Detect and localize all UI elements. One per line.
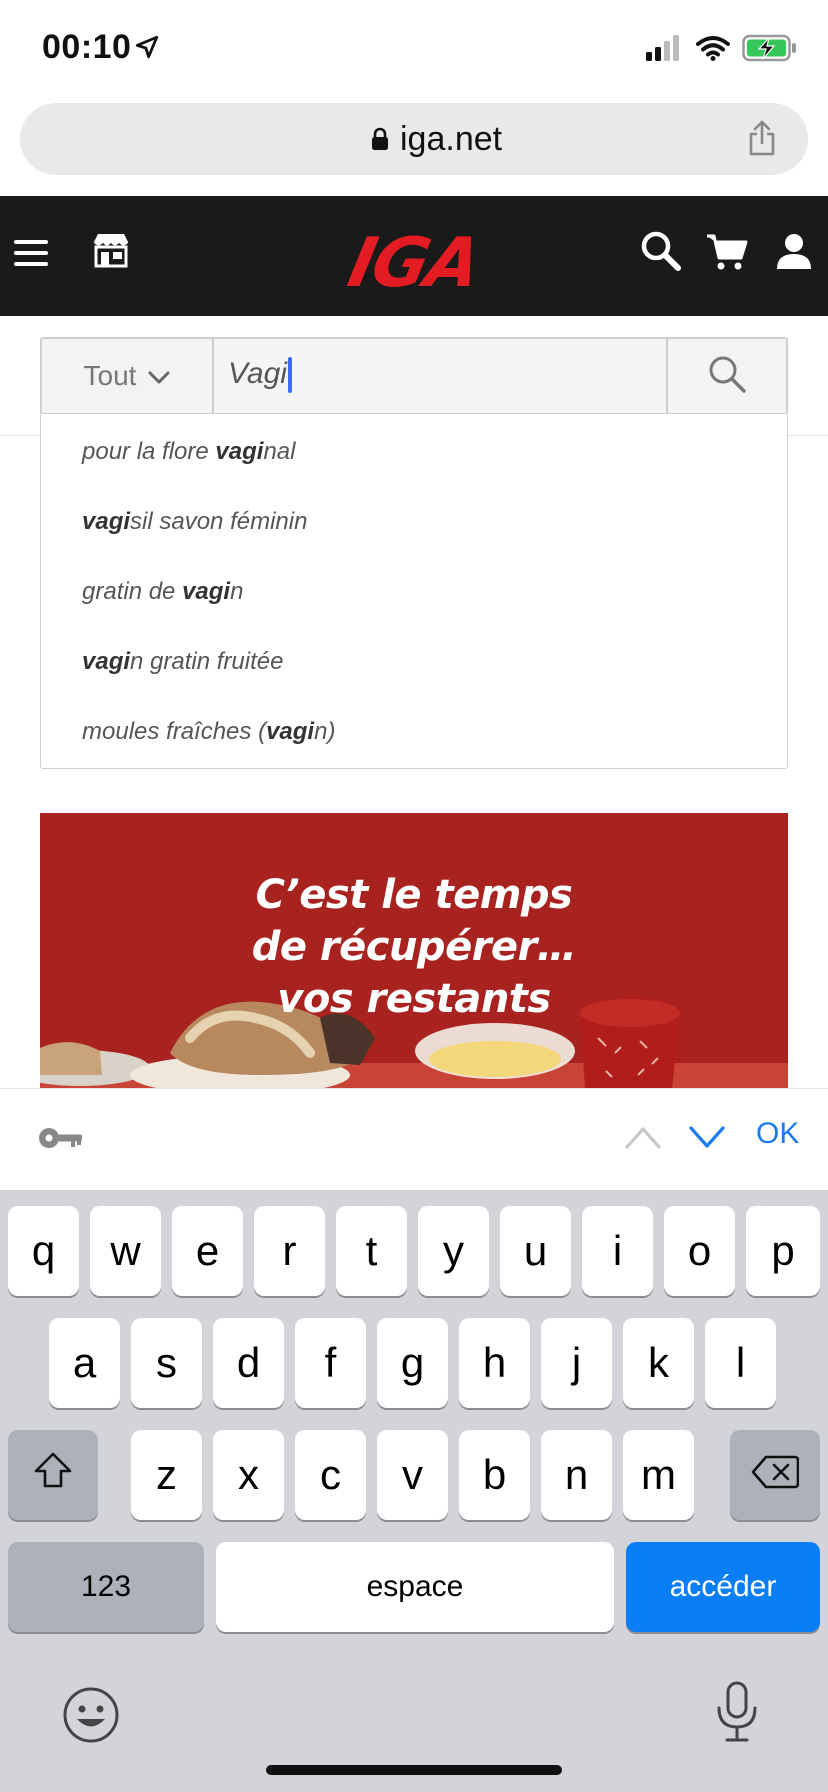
search-scope-select[interactable]: Tout [42, 339, 214, 413]
go-key[interactable]: accéder [626, 1542, 820, 1632]
user-account-icon[interactable] [776, 232, 812, 275]
key-w[interactable]: w [90, 1206, 161, 1296]
key-m[interactable]: m [623, 1430, 694, 1520]
key-p[interactable]: p [746, 1206, 820, 1296]
promo-banner[interactable]: C’est le temps de récupérer… vos restant… [40, 813, 788, 1088]
microphone-icon[interactable] [714, 1680, 760, 1749]
key-s[interactable]: s [131, 1318, 202, 1408]
cellular-signal-icon [646, 35, 684, 66]
key-n[interactable]: n [541, 1430, 612, 1520]
key-j[interactable]: j [541, 1318, 612, 1408]
key-x[interactable]: x [213, 1430, 284, 1520]
search-bar: Tout Vagi [40, 337, 788, 415]
suggestion-item[interactable]: vagisil savon féminin [82, 508, 307, 536]
suggestion-item[interactable]: moules fraîches (vagin) [82, 718, 335, 746]
space-key[interactable]: espace [216, 1542, 614, 1632]
share-icon[interactable] [746, 119, 778, 162]
password-key-icon[interactable] [38, 1125, 84, 1156]
search-input[interactable]: Vagi [214, 339, 668, 413]
key-b[interactable]: b [459, 1430, 530, 1520]
status-bar: 00:10 [0, 0, 828, 100]
lock-icon [370, 127, 390, 156]
search-icon [707, 354, 747, 399]
key-r[interactable]: r [254, 1206, 325, 1296]
search-suggestions-dropdown: pour la flore vaginal vagisil savon fémi… [40, 414, 788, 769]
key-e[interactable]: e [172, 1206, 243, 1296]
keyboard-accessory-bar: OK [0, 1088, 828, 1190]
location-arrow-icon [134, 34, 160, 65]
done-button[interactable]: OK [756, 1117, 799, 1151]
key-y[interactable]: y [418, 1206, 489, 1296]
suggestion-item[interactable]: pour la flore vaginal [82, 438, 295, 466]
key-f[interactable]: f [295, 1318, 366, 1408]
shift-icon [33, 1451, 73, 1499]
suggestion-item[interactable]: gratin de vagin [82, 578, 243, 606]
chevron-up-icon[interactable] [624, 1123, 662, 1156]
key-o[interactable]: o [664, 1206, 735, 1296]
key-i[interactable]: i [582, 1206, 653, 1296]
url-text: iga.net [400, 120, 503, 158]
key-h[interactable]: h [459, 1318, 530, 1408]
status-indicators [646, 34, 798, 67]
hamburger-menu-icon[interactable] [14, 238, 48, 273]
chevron-down-icon[interactable] [688, 1123, 726, 1156]
key-u[interactable]: u [500, 1206, 571, 1296]
suggestion-item[interactable]: vagin gratin fruitée [82, 648, 283, 676]
key-c[interactable]: c [295, 1430, 366, 1520]
key-k[interactable]: k [623, 1318, 694, 1408]
chevron-down-icon [148, 360, 170, 392]
key-g[interactable]: g [377, 1318, 448, 1408]
wifi-icon [696, 35, 730, 66]
key-d[interactable]: d [213, 1318, 284, 1408]
key-q[interactable]: q [8, 1206, 79, 1296]
text-caret [287, 357, 292, 394]
banner-headline: C’est le temps de récupérer… vos restant… [251, 872, 577, 1022]
keyboard: q w e r t y u i o p a s d f g h j k l z … [0, 1190, 828, 1792]
search-icon[interactable] [640, 230, 682, 277]
numbers-key[interactable]: 123 [8, 1542, 204, 1632]
key-l[interactable]: l [705, 1318, 776, 1408]
shift-key[interactable] [8, 1430, 98, 1520]
key-v[interactable]: v [377, 1430, 448, 1520]
search-submit-button[interactable] [668, 339, 786, 413]
key-a[interactable]: a [49, 1318, 120, 1408]
home-indicator[interactable] [266, 1765, 562, 1775]
iga-logo[interactable]: IGA [342, 224, 487, 303]
cart-icon[interactable] [706, 232, 748, 277]
key-t[interactable]: t [336, 1206, 407, 1296]
battery-charging-icon [742, 34, 798, 67]
emoji-icon[interactable] [62, 1686, 120, 1749]
status-time: 00:10 [42, 28, 132, 66]
search-input-value: Vagi [228, 357, 287, 390]
backspace-icon [751, 1451, 800, 1499]
store-icon[interactable] [92, 232, 130, 273]
search-scope-value: Tout [83, 360, 137, 391]
backspace-key[interactable] [730, 1430, 820, 1520]
address-bar[interactable]: iga.net [20, 103, 808, 175]
key-z[interactable]: z [131, 1430, 202, 1520]
site-header: IGA [0, 196, 828, 316]
